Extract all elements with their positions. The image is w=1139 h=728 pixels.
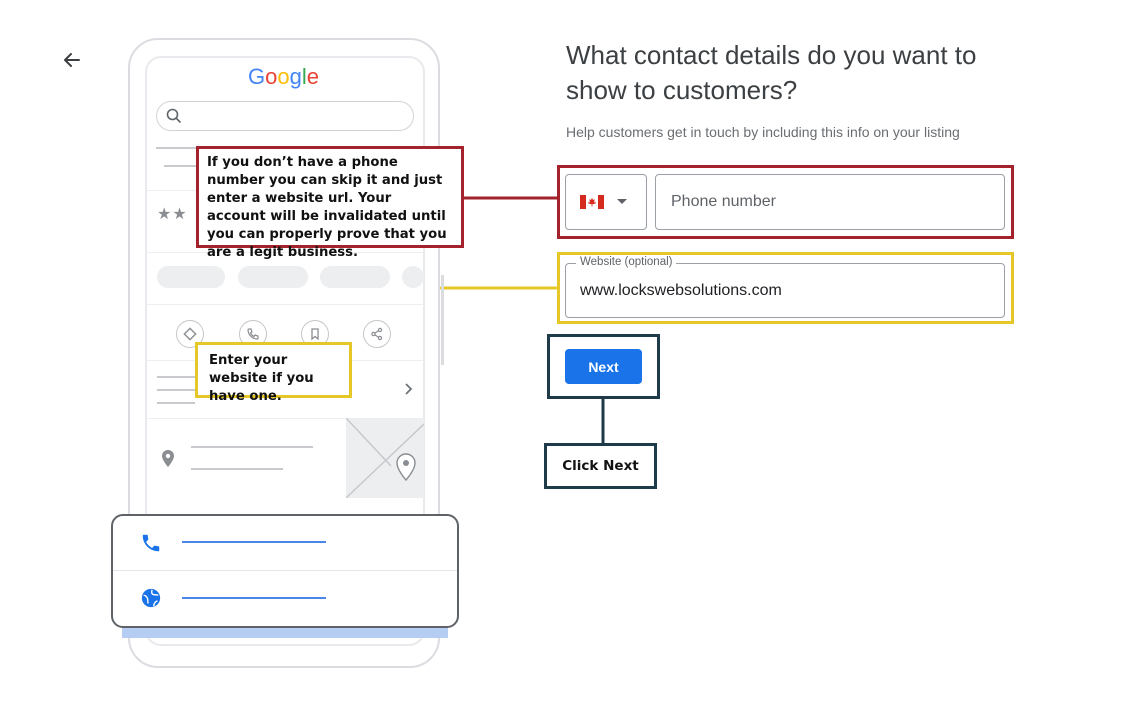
preview-chip: [157, 266, 225, 288]
website-input[interactable]: [566, 264, 1002, 317]
logo-letter: G: [248, 64, 266, 89]
preview-line: [156, 147, 196, 149]
preview-line: [157, 376, 195, 378]
preview-divider: [147, 190, 197, 191]
share-icon: [363, 320, 391, 348]
card-line: [182, 597, 326, 599]
page-subtitle: Help customers get in touch by including…: [566, 124, 960, 140]
card-line: [182, 541, 326, 543]
preview-search-bar: [156, 101, 414, 131]
logo-letter: o: [277, 64, 290, 89]
caret-down-icon: [617, 199, 627, 204]
preview-line: [157, 389, 195, 391]
preview-chip: [402, 266, 424, 288]
preview-scrollbar: [441, 275, 444, 365]
google-logo: Google: [248, 64, 319, 90]
website-annotation: Enter your website if you have one.: [195, 342, 352, 404]
logo-letter: g: [289, 64, 302, 89]
preview-chip: [320, 266, 390, 288]
phone-annotation: If you don’t have a phone number you can…: [196, 146, 464, 260]
preview-divider: [147, 304, 423, 305]
back-button[interactable]: [58, 46, 86, 74]
country-code-select[interactable]: [565, 174, 647, 230]
preview-chip: [238, 266, 308, 288]
contact-preview-card: [111, 514, 459, 628]
location-pin-icon: [160, 449, 176, 474]
search-icon: [166, 108, 181, 123]
star-rating-icon: ★★: [157, 206, 188, 223]
chevron-right-icon: [402, 381, 414, 402]
card-divider: [113, 570, 457, 571]
preview-line: [191, 446, 313, 448]
canada-flag-icon: [580, 195, 604, 209]
next-annotation: Click Next: [544, 443, 657, 489]
map-thumbnail: [345, 417, 425, 503]
page-title: What contact details do you want to show…: [566, 40, 977, 105]
arrow-left-icon: [64, 53, 80, 67]
preview-line: [157, 402, 195, 404]
preview-line: [164, 165, 196, 167]
logo-letter: e: [306, 64, 320, 89]
logo-letter: o: [265, 64, 278, 89]
next-button[interactable]: Next: [565, 349, 642, 384]
preview-line: [191, 468, 283, 470]
phone-number-input[interactable]: [655, 174, 1005, 230]
phone-icon: [140, 532, 162, 559]
globe-icon: [140, 587, 162, 614]
